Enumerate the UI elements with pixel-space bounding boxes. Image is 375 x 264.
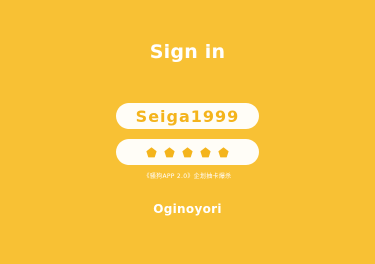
pentagon-star-icon bbox=[182, 146, 193, 158]
username-field[interactable]: Seiga1999 bbox=[116, 103, 259, 129]
brand-name: Oginoyori bbox=[153, 202, 222, 216]
login-screen: Sign in Seiga1999 《骚狗APP 2.0》企划抽卡爆杀 Ogin… bbox=[0, 0, 375, 264]
username-value: Seiga1999 bbox=[135, 106, 240, 126]
page-title: Sign in bbox=[149, 41, 226, 63]
password-field[interactable] bbox=[116, 139, 259, 165]
password-mask bbox=[146, 146, 229, 158]
pentagon-star-icon bbox=[200, 146, 211, 158]
pentagon-star-icon bbox=[164, 146, 175, 158]
pentagon-star-icon bbox=[146, 146, 157, 158]
pentagon-star-icon bbox=[218, 146, 229, 158]
promo-notice: 《骚狗APP 2.0》企划抽卡爆杀 bbox=[143, 173, 232, 180]
